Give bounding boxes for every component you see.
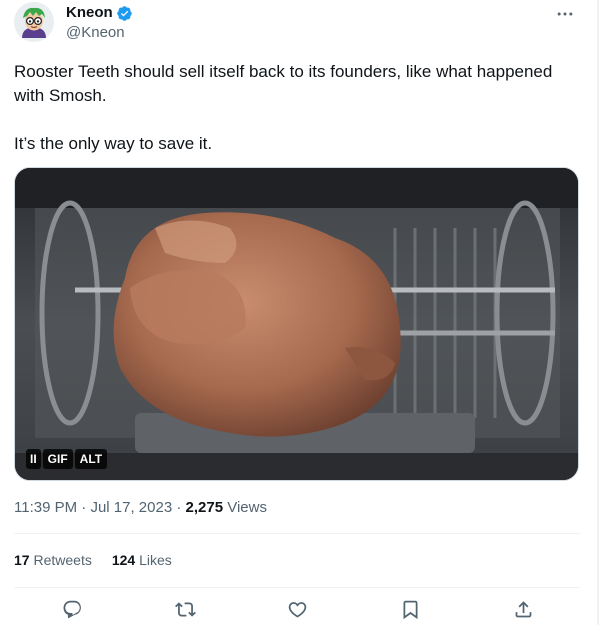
retweets-label: Retweets — [33, 552, 92, 568]
tweet-text: Rooster Teeth should sell itself back to… — [14, 60, 584, 156]
meta-separator: · — [172, 499, 186, 516]
action-bar — [14, 596, 580, 626]
media-badges: II GIF ALT — [26, 449, 108, 469]
rotisserie-chicken-gif — [15, 168, 578, 480]
tweet-paragraph: Rooster Teeth should sell itself back to… — [14, 62, 553, 105]
tweet-date[interactable]: Jul 17, 2023 — [90, 499, 172, 516]
retweets-count: 17 — [14, 552, 30, 568]
avatar[interactable] — [14, 2, 54, 42]
tweet-header: Kneon @Kneon — [14, 2, 584, 46]
retweets-stat[interactable]: 17 Retweets — [14, 550, 92, 570]
divider — [14, 587, 580, 588]
gif-badge: GIF — [42, 449, 73, 469]
alt-badge[interactable]: ALT — [74, 449, 108, 469]
more-options-icon[interactable] — [552, 4, 578, 24]
likes-label: Likes — [139, 552, 172, 568]
like-icon[interactable] — [284, 596, 310, 622]
author-name-row[interactable]: Kneon — [66, 4, 133, 22]
engagement-stats: 17 Retweets 124 Likes — [14, 550, 172, 570]
pause-button[interactable]: II — [26, 449, 41, 469]
tweet-paragraph: It’s the only way to save it. — [14, 134, 213, 153]
gif-media[interactable]: II GIF ALT — [14, 167, 579, 481]
reply-icon[interactable] — [59, 596, 85, 622]
divider — [14, 533, 580, 534]
meta-separator: · — [77, 499, 91, 516]
retweet-icon[interactable] — [172, 596, 198, 622]
likes-count: 124 — [111, 552, 136, 568]
verified-badge-icon — [116, 5, 133, 22]
avatar-image — [14, 2, 54, 42]
views-label: Views — [227, 499, 267, 516]
author-handle[interactable]: @Kneon — [66, 24, 125, 42]
views-count: 2,275 — [185, 499, 224, 516]
share-icon[interactable] — [510, 596, 536, 622]
tweet-time[interactable]: 11:39 PM — [14, 499, 77, 516]
tweet-meta: 11:39 PM · Jul 17, 2023 · 2,275 Views — [14, 498, 267, 518]
likes-stat[interactable]: 124 Likes — [112, 550, 172, 570]
bookmark-icon[interactable] — [397, 596, 423, 622]
display-name[interactable]: Kneon — [66, 4, 113, 22]
